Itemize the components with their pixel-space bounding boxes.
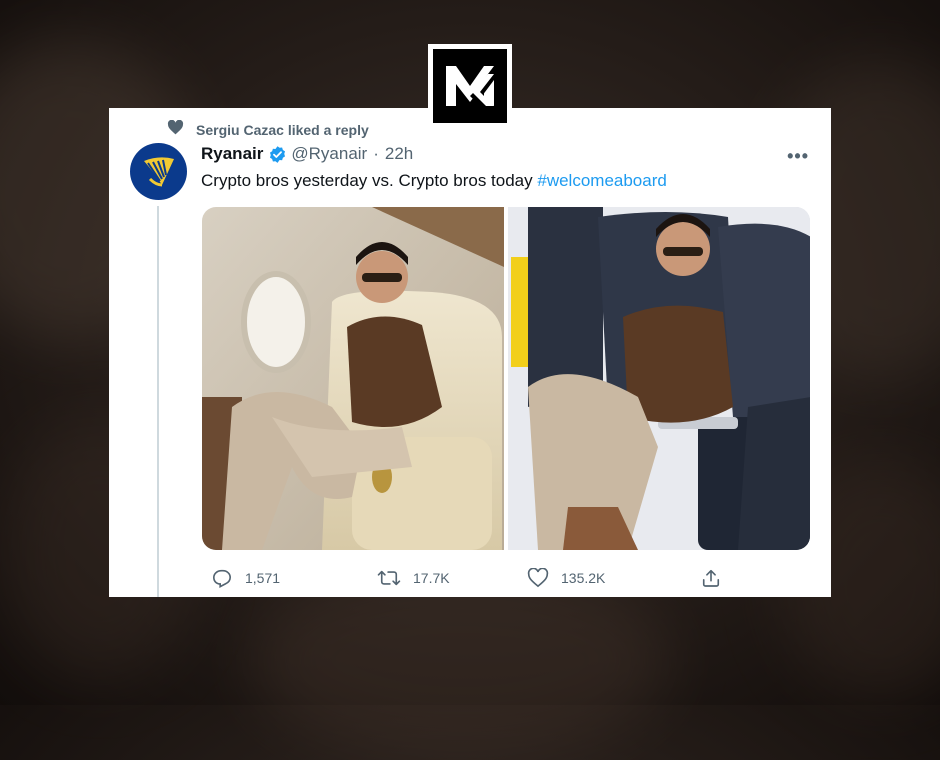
reply-icon — [212, 569, 232, 588]
avatar[interactable] — [130, 143, 187, 200]
liked-by-text[interactable]: Sergiu Cazac liked a reply — [196, 122, 369, 138]
separator: · — [373, 144, 379, 163]
retweet-button[interactable]: 17.7K — [377, 568, 450, 588]
reply-count: 1,571 — [245, 570, 281, 586]
media-grid[interactable] — [202, 207, 810, 550]
like-button[interactable]: 135.2K — [527, 568, 605, 588]
private-jet-photo — [202, 207, 504, 550]
social-context: Sergiu Cazac liked a reply — [167, 119, 369, 140]
reply-button[interactable]: 1,571 — [211, 568, 280, 588]
tweet-actions: 1,571 17.7K 135.2K — [201, 568, 721, 590]
share-button[interactable] — [701, 568, 721, 588]
retweet-icon — [377, 570, 401, 586]
thread-line — [157, 206, 159, 597]
author-handle[interactable]: @Ryanair — [291, 144, 367, 164]
photo-economy-cabin[interactable] — [507, 207, 810, 550]
ryanair-harp-icon — [143, 156, 174, 186]
retweet-count: 17.7K — [413, 570, 450, 586]
more-icon[interactable]: ••• — [787, 146, 809, 167]
photo-private-jet[interactable] — [202, 207, 505, 550]
tweet-text: Crypto bros yesterday vs. Crypto bros to… — [201, 171, 667, 191]
tweet-header: Ryanair @Ryanair · 22h — [201, 144, 413, 164]
heart-outline-icon — [527, 568, 549, 588]
like-count: 135.2K — [561, 570, 606, 586]
hashtag-link[interactable]: #welcomeaboard — [537, 171, 666, 190]
verified-badge-icon — [268, 145, 287, 164]
timestamp[interactable]: 22h — [385, 144, 413, 164]
author-name[interactable]: Ryanair — [201, 144, 263, 164]
heart-filled-icon — [167, 119, 184, 140]
tweet-card[interactable]: Sergiu Cazac liked a reply Ryanair @Ryan… — [109, 108, 831, 597]
tweet-body: Crypto bros yesterday vs. Crypto bros to… — [201, 171, 538, 190]
economy-cabin-photo — [507, 207, 810, 550]
m-logo-icon — [433, 49, 507, 123]
share-icon — [702, 569, 720, 587]
site-logo[interactable] — [428, 44, 512, 128]
